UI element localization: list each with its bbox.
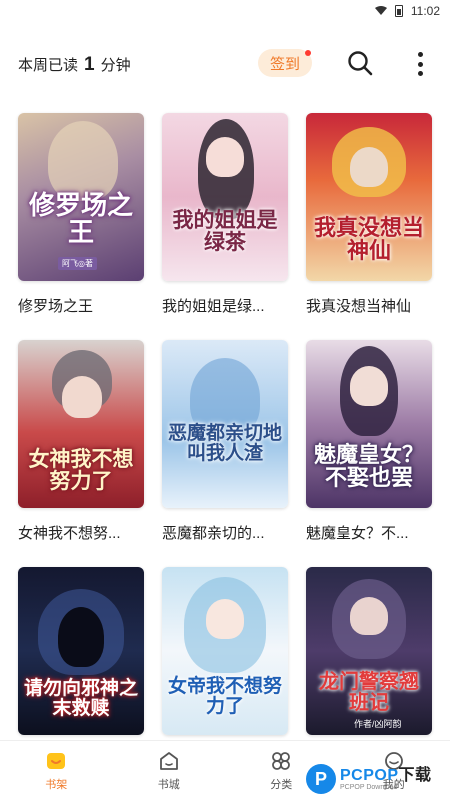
header: 本周已读 1 分钟 签到 (0, 40, 450, 90)
book-title: 我真没想当神仙 (306, 298, 412, 315)
cover-title: 修罗场之王 (28, 191, 133, 249)
book-cover[interactable]: 修罗场之王 阿飞◎著 (18, 113, 144, 281)
search-icon[interactable] (347, 50, 373, 76)
nav-bookstore[interactable]: 书城 (113, 741, 226, 800)
book-title: 修罗场之王 (18, 298, 94, 315)
pcpop-watermark: P PCPOP下载 PCPOP Download (306, 764, 432, 794)
category-icon (272, 752, 291, 770)
book-cover[interactable]: 请勿向邪神之末救赎 (18, 567, 144, 735)
notification-dot (305, 50, 311, 56)
watermark-sub: PCPOP Download (340, 783, 398, 791)
book-cover[interactable]: 龙门警察翘班记 作者/凶阿韵 (306, 567, 432, 735)
book-cover[interactable]: 恶魔都亲切地叫我人渣 (162, 340, 288, 508)
bookshelf-grid: 修罗场之王 阿飞◎著 修罗场之王 我的姐姐是绿茶 我的姐姐是绿... 我真没想当… (18, 113, 432, 749)
book-title: 恶魔都亲切的... (162, 525, 265, 542)
watermark-suffix: 下载 (398, 766, 432, 784)
cover-title: 我真没想当神仙 (313, 215, 424, 265)
book-item[interactable]: 修罗场之王 阿飞◎著 修罗场之王 (18, 113, 144, 316)
battery-icon (394, 5, 403, 17)
book-item[interactable]: 女神我不想努力了 女神我不想努... (18, 340, 144, 543)
book-item[interactable]: 我真没想当神仙 我真没想当神仙 (306, 113, 432, 316)
cover-title: 请勿向邪神之末救赎 (24, 677, 139, 719)
cover-title: 女神我不想努力了 (28, 446, 134, 494)
book-title: 我的姐姐是绿... (162, 298, 265, 315)
book-item[interactable]: 请勿向邪神之末救赎 (18, 567, 144, 749)
weekly-read-time: 本周已读 1 分钟 (18, 54, 131, 76)
book-cover[interactable]: 我真没想当神仙 (306, 113, 432, 281)
read-time-value: 1 (84, 54, 95, 75)
book-cover[interactable]: 魅魔皇女？不娶也罢 (306, 340, 432, 508)
book-cover[interactable]: 女神我不想努力了 (18, 340, 144, 508)
book-item[interactable]: 女帝我不想努力了 (162, 567, 288, 749)
bookstore-icon (159, 752, 178, 770)
read-time-unit: 分钟 (100, 57, 131, 74)
cover-title: 魅魔皇女？不娶也罢 (313, 442, 424, 492)
bookshelf-icon (47, 753, 66, 769)
wifi-icon (374, 6, 387, 15)
cover-author: 作者/凶阿韵 (354, 719, 402, 729)
book-cover[interactable]: 我的姐姐是绿茶 (162, 113, 288, 281)
status-bar: 11:02 (0, 0, 450, 22)
book-item[interactable]: 龙门警察翘班记 作者/凶阿韵 (306, 567, 432, 749)
watermark-brand: PCPOP (340, 766, 399, 784)
pcpop-logo: P (306, 764, 336, 794)
cover-title: 我的姐姐是绿茶 (172, 207, 278, 255)
more-vertical-icon[interactable] (410, 50, 430, 78)
checkin-label: 签到 (269, 55, 300, 73)
cover-author: 阿飞◎著 (58, 257, 97, 270)
read-time-prefix: 本周已读 (18, 57, 79, 74)
status-time: 11:02 (410, 4, 440, 18)
nav-bookshelf-label: 书架 (45, 779, 68, 791)
cover-title: 龙门警察翘班记 (319, 669, 419, 714)
book-item[interactable]: 我的姐姐是绿茶 我的姐姐是绿... (162, 113, 288, 316)
book-item[interactable]: 恶魔都亲切地叫我人渣 恶魔都亲切的... (162, 340, 288, 543)
book-title: 女神我不想努... (18, 525, 121, 542)
checkin-button[interactable]: 签到 (258, 49, 312, 77)
cover-title: 恶魔都亲切地叫我人渣 (168, 422, 283, 464)
book-item[interactable]: 魅魔皇女？不娶也罢 魅魔皇女？不... (306, 340, 432, 543)
nav-category-label: 分类 (270, 779, 293, 791)
book-cover[interactable]: 女帝我不想努力了 (162, 567, 288, 735)
cover-title: 女帝我不想努力了 (168, 675, 283, 717)
nav-bookshelf[interactable]: 书架 (0, 741, 113, 800)
nav-bookstore-label: 书城 (157, 779, 180, 791)
book-title: 魅魔皇女？不... (306, 525, 409, 542)
